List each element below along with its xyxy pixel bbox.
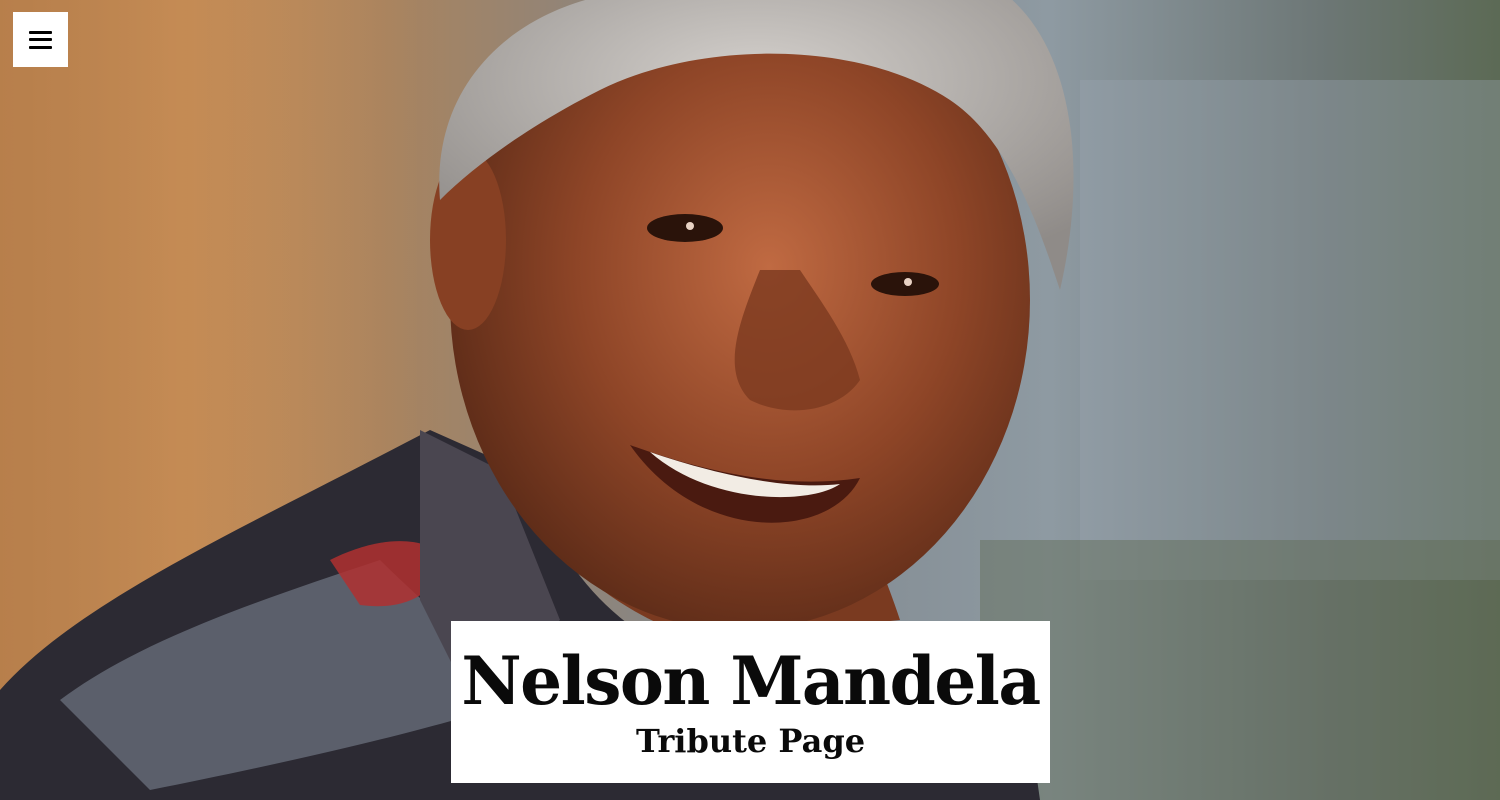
page-title: Nelson Mandela bbox=[461, 642, 1041, 720]
hamburger-menu-icon bbox=[29, 30, 52, 49]
title-box: Nelson Mandela Tribute Page bbox=[451, 621, 1050, 783]
hero-section: Nelson Mandela Tribute Page bbox=[0, 0, 1500, 800]
page-subtitle: Tribute Page bbox=[635, 722, 866, 760]
menu-button[interactable] bbox=[13, 12, 68, 67]
